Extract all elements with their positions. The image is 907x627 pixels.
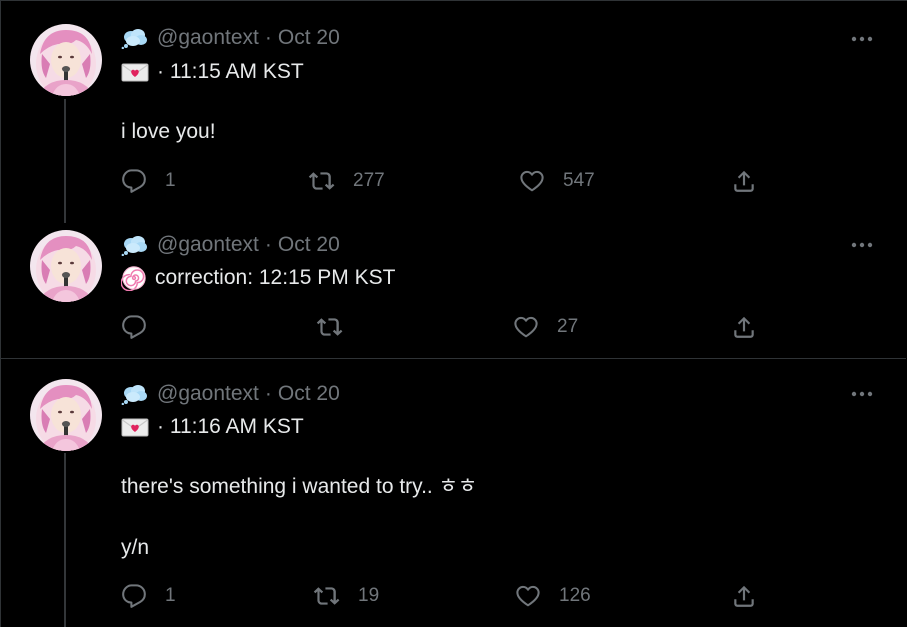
separator: · (264, 233, 272, 256)
reply-count: 1 (165, 585, 176, 606)
reply-button[interactable]: 1 (121, 168, 176, 194)
cloud-icon (121, 234, 149, 256)
avatar[interactable] (30, 379, 102, 451)
share-button[interactable] (731, 583, 757, 609)
like-button[interactable]: 547 (519, 168, 595, 194)
spiral-icon (121, 265, 147, 291)
like-count: 126 (559, 585, 591, 606)
retweet-icon (316, 314, 343, 340)
share-icon (731, 168, 757, 194)
user-handle[interactable]: @gaontext (157, 26, 259, 50)
cloud-icon (121, 27, 149, 49)
tweet[interactable]: @gaontext · Oct 20 · 11:15 AM KST i love… (1, 1, 906, 216)
user-handle[interactable]: @gaontext (157, 382, 259, 406)
envelope-heart-icon (121, 61, 149, 83)
reply-count: 1 (165, 170, 176, 191)
tweet[interactable]: @gaontext · Oct 20 · 11:16 AM KST there'… (1, 359, 906, 627)
retweet-icon (313, 583, 340, 609)
tweet-header: @gaontext · Oct 20 (121, 25, 340, 51)
like-icon (519, 168, 545, 194)
tweet-subtitle: correction: 12:15 PM KST (121, 264, 395, 292)
retweet-count: 19 (358, 585, 380, 606)
share-icon (731, 314, 757, 340)
like-icon (515, 583, 541, 609)
reply-button[interactable] (121, 314, 147, 340)
tweet-header: @gaontext · Oct 20 (121, 381, 340, 407)
retweet-button[interactable]: 277 (308, 168, 385, 194)
subtitle-text: correction: 12:15 PM KST (155, 266, 396, 289)
tweet-subtitle: · 11:15 AM KST (121, 58, 304, 86)
retweet-count: 277 (353, 170, 385, 191)
retweet-button[interactable] (316, 314, 343, 340)
retweet-icon (308, 168, 335, 194)
tweet-subtitle: · 11:16 AM KST (121, 413, 304, 441)
avatar[interactable] (30, 230, 102, 302)
like-button[interactable]: 27 (513, 314, 578, 340)
share-button[interactable] (731, 168, 757, 194)
like-icon (513, 314, 539, 340)
retweet-button[interactable]: 19 (313, 583, 379, 609)
tweet-text: there's something i wanted to try.. ㅎㅎ (121, 475, 478, 498)
like-button[interactable]: 126 (515, 583, 591, 609)
tweet-text: y/n (121, 536, 150, 559)
avatar[interactable] (30, 24, 102, 96)
share-icon (731, 583, 757, 609)
reply-button[interactable]: 1 (121, 583, 176, 609)
cloud-icon (121, 383, 149, 405)
more-options-icon[interactable] (850, 35, 874, 43)
envelope-heart-icon (121, 416, 149, 438)
tweet-date[interactable]: Oct 20 (278, 26, 340, 50)
subtitle-text: · 11:15 AM KST (157, 60, 304, 83)
separator: · (264, 382, 272, 405)
more-options-icon[interactable] (850, 390, 874, 398)
share-button[interactable] (731, 314, 757, 340)
more-options-icon[interactable] (850, 241, 874, 249)
tweet-text: i love you! (121, 120, 216, 143)
tweet[interactable]: @gaontext · Oct 20 correction: 12:15 PM … (1, 216, 906, 358)
tweet-date[interactable]: Oct 20 (278, 233, 340, 257)
user-handle[interactable]: @gaontext (157, 233, 259, 257)
separator: · (264, 26, 272, 49)
tweet-date[interactable]: Oct 20 (278, 382, 340, 406)
like-count: 547 (563, 170, 595, 191)
timeline: @gaontext · Oct 20 · 11:15 AM KST i love… (0, 0, 907, 627)
tweet-header: @gaontext · Oct 20 (121, 232, 340, 258)
reply-icon (121, 168, 147, 194)
like-count: 27 (557, 316, 579, 337)
reply-icon (121, 314, 147, 340)
reply-icon (121, 583, 147, 609)
subtitle-text: · 11:16 AM KST (157, 415, 304, 438)
